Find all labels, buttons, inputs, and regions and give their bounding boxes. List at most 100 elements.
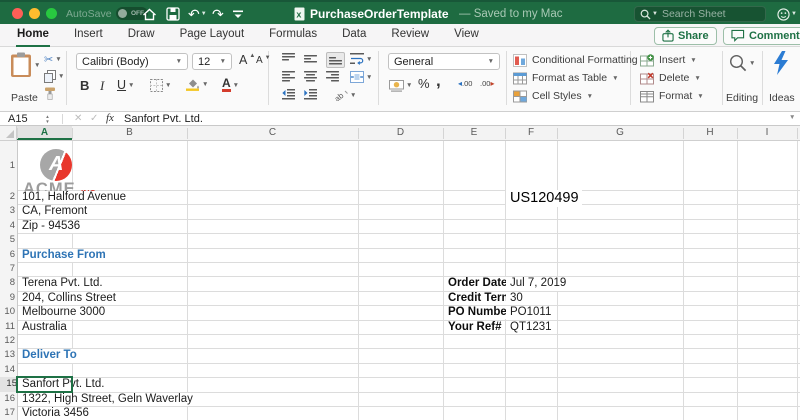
comments-button[interactable]: Comments: [723, 26, 800, 45]
row-header-15[interactable]: 15: [0, 377, 17, 392]
copy-button[interactable]: ▼: [44, 70, 64, 83]
cell-A9[interactable]: 204, Collins Street: [18, 291, 119, 305]
increase-indent-button[interactable]: [304, 89, 317, 101]
paste-button[interactable]: ▼: [10, 52, 40, 78]
decrease-decimal-button[interactable]: .00 ▸: [480, 79, 494, 88]
column-header-I[interactable]: I: [737, 126, 797, 140]
row-header-12[interactable]: 12: [0, 334, 15, 348]
row-header-10[interactable]: 10: [0, 305, 15, 319]
formula-bar-expand-icon[interactable]: ▼: [789, 114, 795, 121]
column-header-E[interactable]: E: [443, 126, 505, 140]
cell-A17[interactable]: Victoria 3456: [18, 407, 92, 420]
share-button[interactable]: Share: [654, 26, 717, 45]
column-header-G[interactable]: G: [557, 126, 683, 140]
row-header-11[interactable]: 11: [0, 320, 15, 334]
cell-F10[interactable]: PO1011: [506, 306, 555, 320]
tab-insert[interactable]: Insert: [73, 24, 104, 47]
column-header-F[interactable]: F: [505, 126, 557, 140]
ideas-button[interactable]: [772, 51, 789, 75]
name-box[interactable]: A15: [8, 113, 28, 125]
cell-F11[interactable]: QT1231: [506, 320, 555, 334]
cell-F2[interactable]: US120499: [506, 190, 582, 207]
spreadsheet-grid[interactable]: A ACME INC. 1234567891011121314151617101…: [0, 141, 800, 420]
tab-home[interactable]: Home: [16, 24, 50, 47]
name-box-stepper[interactable]: ▲ ▼: [42, 113, 53, 125]
column-header-C[interactable]: C: [187, 126, 358, 140]
borders-button[interactable]: ▼: [150, 79, 171, 92]
bold-button[interactable]: B: [80, 78, 89, 93]
cell-E10[interactable]: PO Number: [444, 306, 515, 320]
accounting-format-button[interactable]: ▼: [389, 79, 412, 92]
orientation-button[interactable]: ab ▼: [334, 89, 356, 101]
tab-formulas[interactable]: Formulas: [268, 24, 318, 47]
tab-view[interactable]: View: [453, 24, 480, 47]
tab-draw[interactable]: Draw: [127, 24, 156, 47]
row-header-16[interactable]: 16: [0, 392, 15, 406]
shrink-font-button[interactable]: A ▼: [256, 55, 271, 67]
ribbon-button-cell-styles[interactable]: Cell Styles ▼: [513, 87, 649, 105]
align-left-button[interactable]: [282, 71, 295, 83]
ribbon-button-delete[interactable]: Delete ▼: [640, 69, 704, 87]
align-top-button[interactable]: [282, 53, 295, 65]
fill-color-button[interactable]: ▼: [186, 78, 208, 91]
merge-center-button[interactable]: ▼: [350, 71, 372, 83]
row-header-5[interactable]: 5: [0, 233, 15, 247]
cell-A4[interactable]: Zip - 94536: [18, 219, 84, 233]
cell-E11[interactable]: Your Ref#: [444, 320, 505, 334]
font-name-select[interactable]: Calibri (Body) ▼: [76, 53, 188, 70]
search-input[interactable]: ▼ Search Sheet: [634, 6, 766, 22]
cell-A3[interactable]: CA, Fremont: [18, 205, 91, 219]
wrap-text-button[interactable]: ▼: [350, 53, 372, 65]
column-header-A[interactable]: A: [17, 126, 72, 140]
save-button[interactable]: [166, 5, 180, 23]
tab-page-layout[interactable]: Page Layout: [179, 24, 246, 47]
cell-E8[interactable]: Order Date:: [444, 277, 515, 291]
home-button[interactable]: [142, 5, 157, 23]
fullscreen-window-button[interactable]: [46, 8, 57, 19]
column-header-H[interactable]: H: [683, 126, 737, 140]
increase-decimal-button[interactable]: ◂ .00: [458, 79, 472, 88]
cell-F9[interactable]: 30: [506, 291, 526, 305]
font-color-button[interactable]: A ▼: [222, 77, 239, 92]
select-all-corner[interactable]: [0, 126, 17, 140]
cell-A8[interactable]: Terena Pvt. Ltd.: [18, 277, 106, 291]
comma-style-button[interactable]: ,: [436, 71, 441, 91]
undo-button[interactable]: ↶ ▼: [188, 5, 207, 23]
grow-font-button[interactable]: A ▲: [239, 53, 255, 67]
row-header-1[interactable]: 1: [0, 141, 15, 190]
accept-entry-icon[interactable]: ✓: [90, 113, 98, 124]
row-header-13[interactable]: 13: [0, 348, 15, 362]
row-header-9[interactable]: 9: [0, 291, 15, 305]
redo-button[interactable]: ↷: [212, 5, 224, 23]
cancel-entry-icon[interactable]: ✕: [74, 113, 82, 124]
font-size-select[interactable]: 12 ▼: [192, 53, 232, 70]
quick-access-menu-button[interactable]: [233, 5, 243, 23]
underline-button[interactable]: U ▼: [117, 78, 134, 92]
ribbon-button-format[interactable]: Format ▼: [640, 87, 704, 105]
cell-A2[interactable]: 101, Halford Avenue: [18, 191, 130, 205]
align-center-button[interactable]: [304, 71, 317, 83]
cell-A13[interactable]: Deliver To: [18, 349, 80, 363]
decrease-indent-button[interactable]: [282, 89, 295, 101]
align-bottom-button[interactable]: [326, 52, 345, 68]
cell-A16[interactable]: 1322, High Street, Geln Waverlay: [18, 392, 196, 406]
row-header-4[interactable]: 4: [0, 219, 15, 233]
ribbon-button-insert[interactable]: Insert ▼: [640, 51, 704, 69]
close-window-button[interactable]: [12, 8, 23, 19]
align-middle-button[interactable]: [304, 53, 317, 65]
cut-button[interactable]: ✂ ▼: [44, 53, 62, 66]
minimize-window-button[interactable]: [29, 8, 40, 19]
formula-content[interactable]: Sanfort Pvt. Ltd.: [124, 113, 203, 125]
ribbon-button-format-as-table[interactable]: Format as Table ▼: [513, 69, 649, 87]
cell-F8[interactable]: Jul 7, 2019: [506, 277, 570, 291]
feedback-button[interactable]: ▼: [777, 5, 797, 23]
row-header-8[interactable]: 8: [0, 276, 15, 290]
row-header-6[interactable]: 6: [0, 248, 15, 262]
row-header-3[interactable]: 3: [0, 204, 15, 218]
row-header-14[interactable]: 14: [0, 363, 15, 377]
cell-A11[interactable]: Australia: [18, 320, 70, 334]
insert-function-icon[interactable]: fx: [106, 112, 114, 124]
tab-data[interactable]: Data: [341, 24, 367, 47]
row-header-17[interactable]: 17: [0, 406, 15, 420]
percent-style-button[interactable]: %: [418, 76, 430, 91]
